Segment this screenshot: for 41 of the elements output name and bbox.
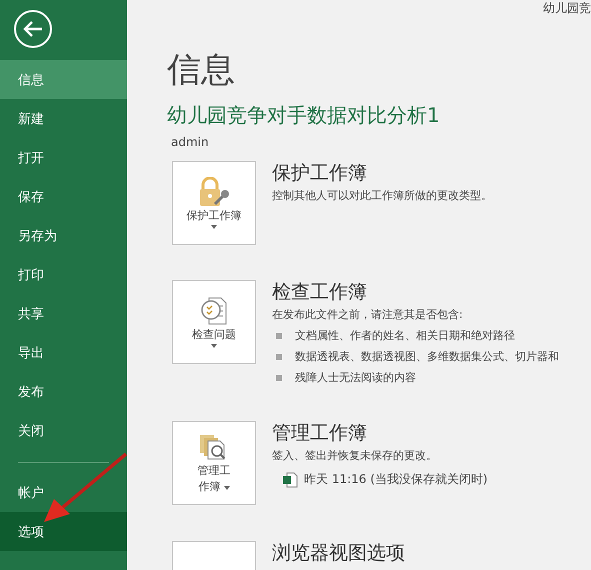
section-description: 控制其他人可以对此工作簿所做的更改类型。 — [272, 188, 492, 203]
menu-item[interactable]: 导出 — [0, 333, 127, 372]
menu-item[interactable]: 另存为 — [0, 216, 127, 255]
file-name: 幼儿园竞争对手数据对比分析1 — [167, 102, 441, 129]
menu-item[interactable]: 共享 — [0, 294, 127, 333]
menu-item[interactable]: 保存 — [0, 177, 127, 216]
action-tile[interactable]: 检查问题 — [172, 280, 256, 364]
menu-item[interactable]: 关闭 — [0, 411, 127, 450]
page-title: 信息 — [167, 49, 236, 92]
bullet-text: 数据透视表、数据透视图、多维数据集公式、切片器和 — [295, 349, 559, 364]
section-title: 保护工作簿 — [272, 161, 368, 185]
section-description: 签入、签出并恢复未保存的更改。 — [272, 448, 438, 463]
section-title: 浏览器视图选项 — [272, 541, 405, 565]
back-arrow-icon — [23, 20, 43, 38]
bullet-icon — [276, 332, 282, 338]
menu-item[interactable]: 打印 — [0, 255, 127, 294]
menu-item[interactable]: 选项 — [0, 512, 127, 551]
caret-icon — [211, 344, 217, 348]
caret-icon — [211, 225, 217, 229]
bullet-text: 残障人士无法阅读的内容 — [295, 370, 416, 385]
menu-item[interactable]: 新建 — [0, 99, 127, 138]
back-button[interactable] — [14, 10, 52, 48]
document-checklist-icon — [199, 296, 229, 326]
action-tile[interactable]: 管理工 作簿 — [172, 421, 256, 505]
menu-item[interactable]: 信息 — [0, 60, 127, 99]
menu-item[interactable]: 打开 — [0, 138, 127, 177]
menu-item[interactable]: 帐户 — [0, 473, 127, 512]
window-title: 幼儿园竞 — [543, 0, 591, 17]
section-description: 在发布此文件之前，请注意其是否包含: — [272, 307, 464, 322]
bullet-icon — [276, 354, 282, 360]
section-title: 检查工作簿 — [272, 280, 368, 304]
caret-icon — [224, 486, 230, 490]
menu-item[interactable]: 发布 — [0, 372, 127, 411]
action-tile[interactable]: 保护工作簿 — [172, 161, 256, 245]
lock-key-icon — [197, 177, 231, 207]
bullet-icon — [276, 374, 282, 380]
version-link[interactable]: 昨天 11:16 (当我没保存就关闭时) — [282, 471, 488, 488]
bullet-text: 文档属性、作者的姓名、相关日期和绝对路径 — [295, 328, 515, 343]
spreadsheet-icon — [282, 472, 298, 488]
section-title: 管理工作簿 — [272, 421, 368, 445]
author-name: admin — [171, 135, 210, 149]
